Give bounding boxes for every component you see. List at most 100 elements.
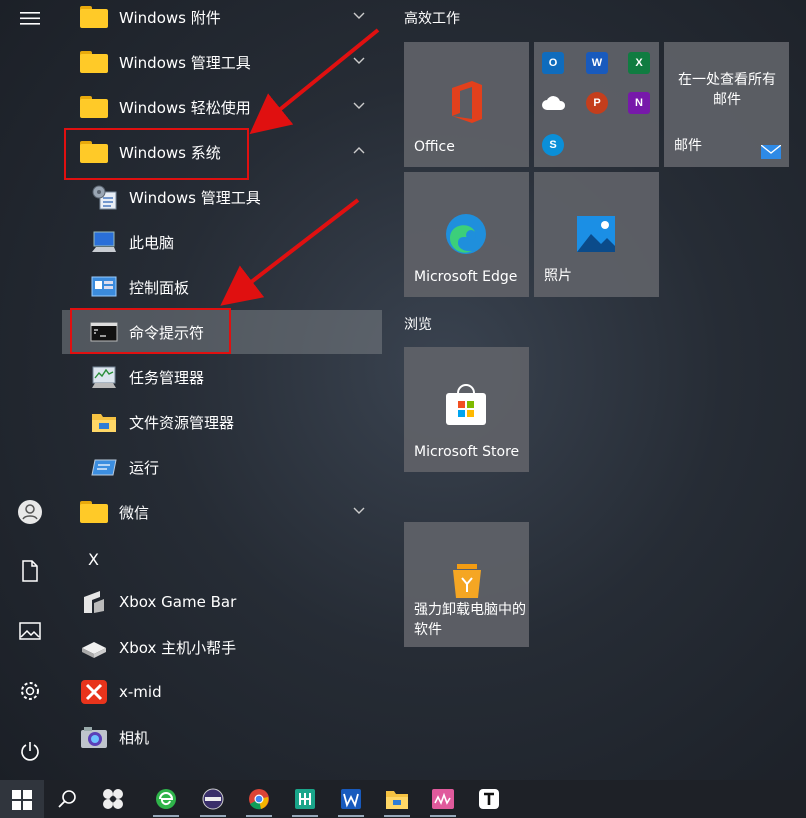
excel-icon[interactable]: X — [628, 52, 650, 74]
tiles-area: 高效工作 Office O W X P N S 在一处查看所有邮件 邮件 Mic… — [394, 0, 806, 780]
group-title-productivity[interactable]: 高效工作 — [404, 8, 460, 28]
chevron-up-icon — [353, 147, 365, 154]
outlook-icon[interactable]: O — [542, 52, 564, 74]
edge-icon — [446, 214, 486, 254]
chevron-down-icon — [353, 12, 365, 19]
app-label: Windows 轻松使用 — [119, 98, 251, 117]
chevron-down-icon — [353, 507, 365, 514]
group-title-browse[interactable]: 浏览 — [404, 314, 432, 334]
folder-windows-accessories[interactable]: Windows 附件 — [62, 0, 382, 39]
taskbar-audio-app[interactable] — [428, 784, 458, 817]
tile-uninstaller[interactable]: 强力卸载电脑中的软件 — [404, 522, 529, 647]
taskbar-file-explorer[interactable] — [382, 784, 412, 817]
app-control-panel[interactable]: 控制面板 — [62, 265, 382, 309]
run-icon — [91, 459, 117, 476]
powerpoint-icon[interactable]: P — [586, 92, 608, 114]
user-icon — [18, 500, 42, 524]
onenote-icon[interactable]: N — [628, 92, 650, 114]
tile-microsoft-edge[interactable]: Microsoft Edge — [404, 172, 529, 297]
taskbar-typora[interactable] — [474, 784, 504, 814]
taskbar-media-app[interactable] — [198, 784, 228, 817]
running-indicator — [153, 815, 179, 817]
power-icon — [21, 742, 39, 761]
folder-icon — [80, 501, 108, 527]
tile-label: 强力卸载电脑中的软件 — [414, 602, 526, 638]
annotation-box-command-prompt — [70, 308, 231, 354]
user-account-button[interactable] — [10, 494, 50, 530]
app-this-pc[interactable]: 此电脑 — [62, 220, 382, 264]
app-file-explorer[interactable]: 文件资源管理器 — [62, 400, 382, 444]
app-label: 文件资源管理器 — [129, 413, 235, 432]
tile-label: 照片 — [544, 268, 572, 284]
power-button[interactable] — [10, 733, 50, 769]
running-indicator — [430, 815, 456, 817]
taskbar-browser-green[interactable] — [151, 784, 181, 817]
start-button[interactable] — [0, 780, 44, 818]
photos-icon — [577, 216, 615, 252]
letter-header-x[interactable]: X — [88, 550, 99, 569]
tile-label: Office — [414, 139, 455, 155]
tile-label: Microsoft Edge — [414, 269, 518, 285]
running-indicator — [338, 815, 364, 817]
hamburger-icon — [20, 12, 40, 25]
pictures-button[interactable] — [10, 613, 50, 649]
taskbar-fan-app[interactable] — [98, 784, 128, 814]
file-explorer-icon — [92, 414, 116, 432]
office-icon — [452, 81, 482, 123]
app-list: Windows 附件 Windows 管理工具 Windows 轻松使用 Win… — [62, 0, 392, 780]
app-teal-icon — [295, 789, 315, 809]
folder-icon — [80, 51, 108, 77]
tile-mail[interactable]: 在一处查看所有邮件 邮件 — [664, 42, 789, 167]
documents-button[interactable] — [10, 553, 50, 589]
app-label: 控制面板 — [129, 278, 190, 297]
folder-windows-admin-tools[interactable]: Windows 管理工具 — [62, 40, 382, 84]
tile-photos[interactable]: 照片 — [534, 172, 659, 297]
task-manager-icon — [92, 366, 116, 388]
app-label: x-mid — [119, 683, 162, 701]
windows-logo-icon — [12, 790, 32, 810]
gear-icon — [21, 682, 39, 700]
admin-tools-icon — [92, 185, 117, 210]
app-label: Xbox 主机小帮手 — [119, 638, 237, 657]
app-label: Windows 管理工具 — [119, 53, 251, 72]
xbox-console-icon — [82, 642, 106, 658]
document-icon — [22, 560, 38, 582]
start-left-rail — [0, 0, 60, 780]
app-label: Windows 附件 — [119, 8, 221, 27]
folder-windows-ease-of-access[interactable]: Windows 轻松使用 — [62, 85, 382, 129]
app-xbox-game-bar[interactable]: Xbox Game Bar — [62, 580, 382, 624]
hamburger-menu-button[interactable] — [10, 0, 50, 36]
taskbar-app-teal[interactable] — [290, 784, 320, 817]
app-xbox-console-companion[interactable]: Xbox 主机小帮手 — [62, 625, 382, 669]
app-camera[interactable]: 相机 — [62, 715, 382, 759]
typora-icon — [479, 789, 499, 809]
onedrive-icon[interactable] — [540, 94, 568, 112]
taskbar-search[interactable] — [52, 784, 82, 814]
settings-button[interactable] — [10, 673, 50, 709]
tile-label: 邮件 — [674, 138, 702, 154]
app-xmid[interactable]: x-mid — [62, 670, 382, 714]
tile-office-apps-group[interactable]: O W X P N S — [534, 42, 659, 167]
app-windows-admin-tools[interactable]: Windows 管理工具 — [62, 175, 382, 219]
app-label: 此电脑 — [129, 233, 175, 252]
app-label: 微信 — [119, 503, 150, 522]
word-icon[interactable]: W — [586, 52, 608, 74]
app-task-manager[interactable]: 任务管理器 — [62, 355, 382, 399]
app-run[interactable]: 运行 — [62, 445, 382, 489]
fan-app-icon — [103, 789, 123, 809]
this-pc-icon — [92, 231, 116, 252]
running-indicator — [246, 815, 272, 817]
taskbar-chrome[interactable] — [244, 784, 274, 817]
tile-microsoft-store[interactable]: Microsoft Store — [404, 347, 529, 472]
audio-app-icon — [432, 789, 454, 809]
taskbar-word[interactable] — [336, 784, 366, 817]
skype-icon[interactable]: S — [542, 134, 564, 156]
app-label: 相机 — [119, 728, 150, 747]
tile-office[interactable]: Office — [404, 42, 529, 167]
folder-icon — [80, 96, 108, 122]
search-icon — [58, 790, 76, 808]
app-label: 任务管理器 — [129, 368, 205, 387]
store-icon — [446, 384, 486, 425]
tile-label: Microsoft Store — [414, 444, 520, 460]
folder-wechat[interactable]: 微信 — [62, 490, 382, 534]
